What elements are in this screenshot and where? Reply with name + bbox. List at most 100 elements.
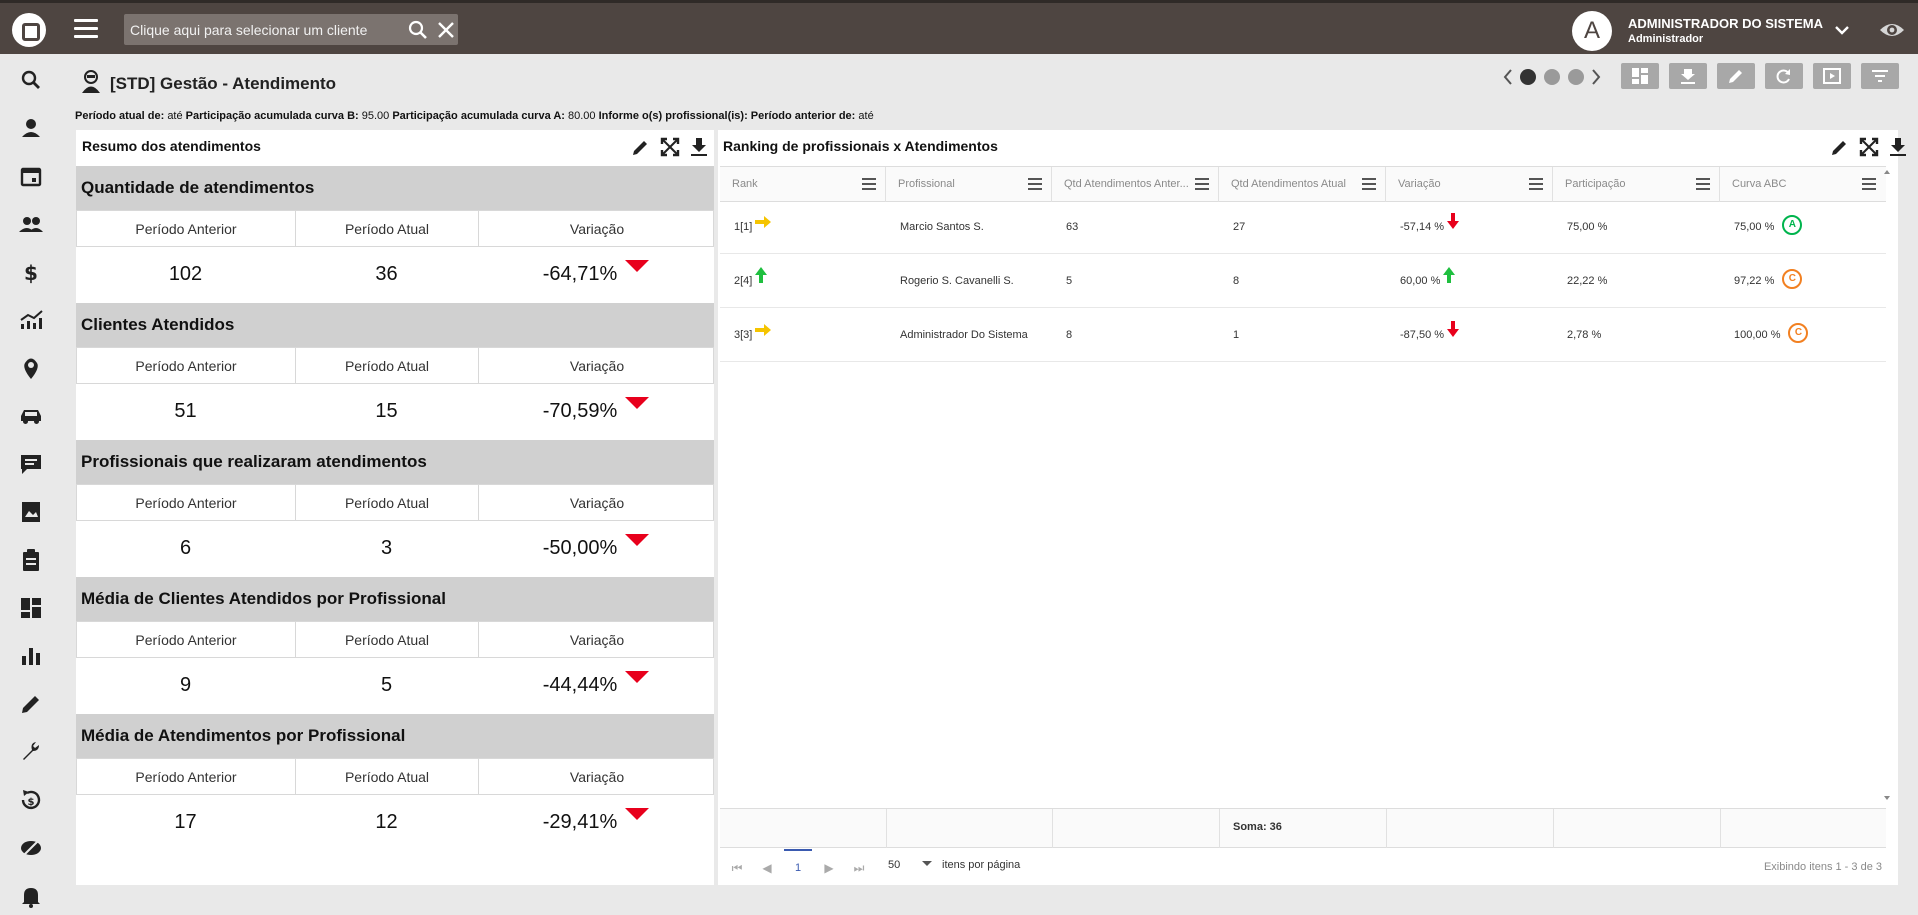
variation-cell: 60,00 %: [1386, 254, 1456, 308]
pencil-icon[interactable]: [1829, 136, 1851, 158]
column-menu-icon[interactable]: [1195, 178, 1209, 190]
col-var-label: Variação: [569, 358, 625, 374]
expand-icon[interactable]: [659, 136, 681, 158]
page-dot-1[interactable]: [1520, 69, 1536, 85]
column-header-abc-curve[interactable]: Curva ABC: [1720, 167, 1886, 202]
variation-cell: -57,14 %: [1386, 200, 1460, 254]
bar-chart-icon[interactable]: [17, 642, 45, 670]
filter-label: Participação acumulada curva A:: [392, 110, 565, 122]
vertical-scrollbar[interactable]: [1882, 166, 1892, 800]
trend-icon[interactable]: [17, 306, 45, 334]
summary-section-header: Quantidade de atendimentos: [76, 166, 714, 210]
column-header-participation[interactable]: Participação: [1553, 167, 1720, 202]
download-icon[interactable]: [1887, 136, 1909, 158]
variation-text: -50,00%: [542, 537, 618, 559]
section-title: Clientes Atendidos: [81, 315, 235, 334]
chevron-right-icon[interactable]: [1588, 66, 1604, 88]
user-name: ADMINISTRADOR DO SISTEMA: [1628, 16, 1823, 31]
prev-qty-cell: 5: [1066, 275, 1073, 287]
summary-columns: Período Anterior Período Atual Variação: [76, 347, 714, 384]
user-icon[interactable]: [17, 114, 45, 142]
svg-text:$: $: [28, 797, 35, 808]
page-dot-2[interactable]: [1544, 69, 1560, 85]
column-header-curr-qty[interactable]: Qtd Atendimentos Atual: [1219, 167, 1386, 202]
table-row[interactable]: 3[3] Administrador Do Sistema 8 1 -87,50…: [720, 308, 1886, 362]
col-prev-label: Período Anterior: [77, 211, 296, 247]
column-header-prev-qty[interactable]: Qtd Atendimentos Anter...: [1052, 167, 1219, 202]
value-prev: 9: [179, 674, 192, 696]
prev-page-icon[interactable]: ◀: [760, 859, 774, 877]
column-header-professional[interactable]: Profissional: [886, 167, 1052, 202]
summary-values: 51 15 -70,59%: [76, 385, 714, 437]
close-icon[interactable]: [434, 18, 458, 42]
last-page-icon[interactable]: ⏭: [852, 859, 866, 877]
value-var: -50,00%: [478, 522, 714, 574]
page-size-select[interactable]: 50: [888, 859, 933, 871]
dollar-icon[interactable]: $: [17, 258, 45, 286]
col-curr-label: Período Atual: [296, 622, 479, 658]
presentation-button[interactable]: [1813, 63, 1851, 89]
column-menu-icon[interactable]: [1362, 178, 1376, 190]
column-menu-icon[interactable]: [1529, 178, 1543, 190]
summary-values: 6 3 -50,00%: [76, 522, 714, 574]
avatar[interactable]: A: [1572, 11, 1612, 51]
chat-icon[interactable]: [17, 450, 45, 478]
variation-text: -44,44%: [542, 674, 618, 696]
table-row[interactable]: 1[1] Marcio Santos S. 63 27 -57,14 % 75,…: [720, 200, 1886, 254]
wrench-icon[interactable]: [17, 738, 45, 766]
expand-icon[interactable]: [1858, 136, 1880, 158]
page-number-current[interactable]: 1: [791, 859, 805, 877]
column-menu-icon[interactable]: [1028, 178, 1042, 190]
location-pin-icon[interactable]: [17, 354, 45, 382]
column-menu-icon[interactable]: [1696, 178, 1710, 190]
table-row[interactable]: 2[4] Rogerio S. Cavanelli S. 5 8 60,00 %…: [720, 254, 1886, 308]
col-var-label: Variação: [569, 769, 625, 785]
filter-button[interactable]: [1861, 63, 1899, 89]
refresh-button[interactable]: [1765, 63, 1803, 89]
summary-card: Resumo dos atendimentos Quantidade de at…: [76, 130, 714, 885]
layout-button[interactable]: [1621, 63, 1659, 89]
abc-cell: 100,00 % C: [1720, 308, 1809, 362]
value-curr: 12: [375, 811, 398, 833]
group-icon[interactable]: [17, 210, 45, 238]
photo-book-icon[interactable]: [17, 498, 45, 526]
down-triangle-icon: [625, 260, 650, 272]
variation-text: -29,41%: [542, 811, 618, 833]
attendant-icon: [82, 70, 100, 93]
search-icon[interactable]: [406, 18, 430, 42]
value-curr: 36: [375, 263, 398, 285]
download-icon[interactable]: [688, 136, 710, 158]
abc-cell: 97,22 % C: [1720, 254, 1803, 308]
pencil-icon[interactable]: [17, 690, 45, 718]
first-page-icon[interactable]: ⏮: [730, 859, 744, 877]
chevron-down-icon[interactable]: [1832, 20, 1852, 40]
page-dot-3[interactable]: [1568, 69, 1584, 85]
money-history-icon[interactable]: $: [17, 786, 45, 814]
eye-off-icon[interactable]: [17, 834, 45, 862]
clipboard-icon[interactable]: [17, 546, 45, 574]
client-search-input[interactable]: [124, 14, 394, 45]
eye-icon[interactable]: [1878, 19, 1906, 41]
column-header-rank[interactable]: Rank: [720, 167, 886, 202]
column-header-variation[interactable]: Variação: [1386, 167, 1553, 202]
section-title: Média de Atendimentos por Profissional: [81, 726, 406, 745]
dashboard-icon[interactable]: [17, 594, 45, 622]
chevron-left-icon[interactable]: [1500, 66, 1516, 88]
menu-toggle-button[interactable]: [74, 19, 98, 39]
column-menu-icon[interactable]: [1862, 178, 1876, 190]
column-menu-icon[interactable]: [862, 178, 876, 190]
summary-card-title: Resumo dos atendimentos: [82, 138, 261, 154]
car-icon[interactable]: [17, 402, 45, 430]
app-logo[interactable]: [12, 13, 46, 47]
download-button[interactable]: [1669, 63, 1707, 89]
abc-badge: C: [1782, 269, 1803, 289]
down-triangle-icon: [625, 808, 650, 820]
search-icon[interactable]: [17, 66, 45, 94]
col-curr-label: Período Atual: [296, 759, 479, 795]
pencil-icon[interactable]: [630, 136, 652, 158]
bell-icon[interactable]: [17, 882, 45, 910]
calendar-icon[interactable]: [17, 162, 45, 190]
next-page-icon[interactable]: ▶: [822, 859, 836, 877]
down-triangle-icon: [625, 671, 650, 683]
edit-button[interactable]: [1717, 63, 1755, 89]
